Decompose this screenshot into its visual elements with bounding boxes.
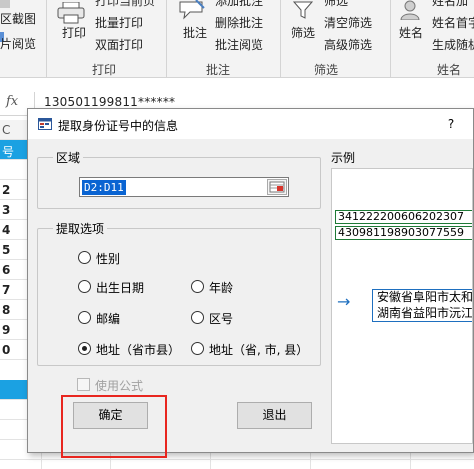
radio-gender-label[interactable]: 性别 — [96, 250, 120, 267]
cell-value[interactable]: 0 — [2, 343, 10, 357]
radio-dot — [82, 346, 87, 351]
radio-circle-selected[interactable] — [78, 342, 91, 355]
dialog-app-icon — [38, 118, 52, 130]
radio-address-split-label[interactable]: 地址（省, 市, 县） — [209, 341, 308, 358]
cell-value[interactable]: 9 — [2, 323, 10, 337]
example-id-cell: 341222200606202307 — [335, 210, 472, 224]
duplex-print-button[interactable]: 双面打印 — [95, 36, 143, 53]
extract-options-label: 提取选项 — [53, 220, 108, 237]
comment-group-label: 批注 — [206, 63, 231, 77]
radio-age-label[interactable]: 年龄 — [209, 279, 233, 296]
radio-circle[interactable] — [191, 311, 204, 324]
cell-value[interactable]: 3 — [2, 203, 10, 217]
ribbon-separator — [390, 0, 391, 77]
range-input[interactable]: D2:D11 — [79, 177, 289, 197]
person-icon[interactable] — [398, 0, 422, 21]
view-comment-button[interactable]: 批注阅览 — [215, 36, 263, 53]
header-cell[interactable]: 号 — [2, 143, 14, 160]
radio-birth-date-label[interactable]: 出生日期 — [96, 279, 144, 296]
range-group-label: 区域 — [53, 149, 84, 166]
column-header: C — [2, 123, 11, 137]
print-current-partial[interactable]: 打印当前页 — [95, 0, 155, 9]
print-group-label: 打印 — [92, 63, 117, 77]
clear-filter-button[interactable]: 清空筛选 — [324, 14, 372, 31]
range-input-value[interactable]: D2:D11 — [82, 180, 126, 195]
filter-icon[interactable] — [292, 0, 314, 20]
exit-button[interactable]: 退出 — [237, 402, 312, 429]
cell-value[interactable]: 2 — [2, 183, 10, 197]
dialog-title: 提取身份证号中的信息 — [58, 119, 179, 133]
filter-button[interactable]: 筛选 — [291, 24, 315, 41]
radio-circle[interactable] — [191, 342, 204, 355]
random-generate-button[interactable]: 生成随机 — [432, 36, 474, 53]
delete-comment-button[interactable]: 删除批注 — [215, 14, 263, 31]
cell-value[interactable]: 5 — [2, 243, 10, 257]
range-select-icon[interactable] — [267, 179, 287, 195]
add-comment-partial[interactable]: 添加批注 — [215, 0, 263, 9]
example-panel: 341222200606202307 430981198903077559 → … — [331, 168, 473, 444]
ribbon: 区截图 片阅览 打印 打印当前页 批量打印 双面打印 打印 批注 添加批注 删除… — [0, 0, 474, 78]
cell-value[interactable]: 4 — [2, 223, 10, 237]
ribbon-separator — [280, 0, 281, 77]
example-address-cell: 安徽省阜阳市太和 — [377, 290, 473, 304]
cell-value[interactable]: 6 — [2, 263, 10, 277]
example-address-cell: 湖南省益阳市沅江 — [377, 306, 473, 320]
name-first-char-button[interactable]: 姓名首字 — [432, 14, 474, 31]
use-formula-label: 使用公式 — [95, 379, 144, 393]
dialog-title-bar[interactable]: 提取身份证号中的信息 ? — [28, 109, 473, 139]
name-group-label: 姓名 — [437, 63, 462, 77]
name-button[interactable]: 姓名 — [399, 24, 423, 41]
radio-postcode-label[interactable]: 邮编 — [96, 310, 120, 327]
batch-print-button[interactable]: 批量打印 — [95, 14, 143, 31]
example-arrow-icon: → — [337, 292, 351, 311]
cell-value[interactable]: 7 — [2, 283, 10, 297]
print-button[interactable]: 打印 — [62, 24, 86, 41]
cell-value[interactable]: 8 — [2, 303, 10, 317]
radio-circle[interactable] — [78, 311, 91, 324]
comment-icon[interactable] — [178, 0, 206, 20]
fx-icon[interactable]: fx — [6, 94, 18, 109]
radio-area-code-label[interactable]: 区号 — [209, 310, 233, 327]
checkbox-box[interactable] — [77, 378, 90, 391]
filter-group-label: 筛选 — [314, 63, 339, 77]
extract-id-info-dialog: 提取身份证号中的信息 ? 区域 D2:D11 提取选项 性别 出生日期 年龄 邮… — [27, 108, 474, 453]
example-id-cell: 430981198903077559 — [335, 226, 472, 240]
radio-circle[interactable] — [78, 251, 91, 264]
name-add-partial[interactable]: 姓名加 — [432, 0, 468, 9]
area-screenshot-button[interactable]: 区截图 — [0, 10, 36, 27]
ok-button[interactable]: 确定 — [73, 402, 148, 429]
example-label: 示例 — [331, 149, 356, 166]
formula-input[interactable]: 130501199811****** — [44, 95, 175, 109]
radio-address-combined-label[interactable]: 地址（省市县） — [96, 341, 180, 358]
filter-partial[interactable]: 筛选 — [324, 0, 348, 9]
comment-button[interactable]: 批注 — [183, 24, 207, 41]
advanced-filter-button[interactable]: 高级筛选 — [324, 36, 372, 53]
radio-circle[interactable] — [191, 280, 204, 293]
help-button[interactable]: ? — [440, 114, 462, 134]
screenshot-icon[interactable] — [0, 0, 10, 8]
radio-circle[interactable] — [78, 280, 91, 293]
picture-view-button[interactable]: 片阅览 — [0, 35, 36, 52]
ribbon-separator — [46, 0, 47, 77]
ribbon-separator — [166, 0, 167, 77]
printer-icon[interactable] — [56, 1, 86, 24]
